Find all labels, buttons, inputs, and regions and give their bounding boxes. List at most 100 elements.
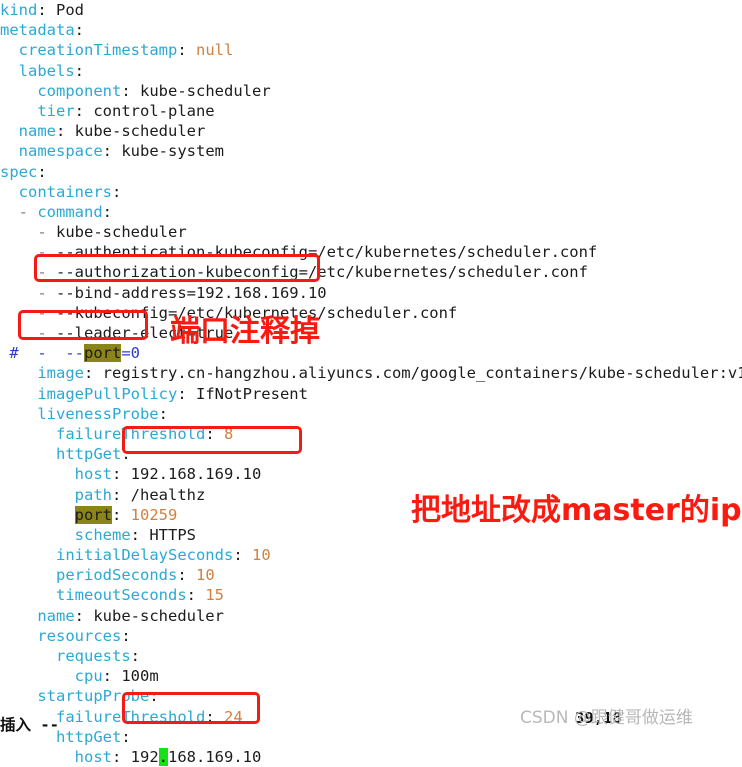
yaml-value: 168.169.10: [168, 747, 262, 766]
yaml-key: name: [18, 122, 56, 141]
editor-line[interactable]: httpGet:: [0, 444, 742, 464]
yaml-key: failureThreshold: [56, 424, 206, 443]
yaml-separator: :: [74, 101, 94, 120]
yaml-separator: :: [158, 404, 168, 423]
editor-line[interactable]: host: 192.168.169.10: [0, 464, 742, 484]
yaml-separator: :: [177, 384, 196, 403]
editor-line[interactable]: creationTimestamp: null: [0, 40, 742, 60]
editor-line[interactable]: - --authorization-kubeconfig=/etc/kubern…: [0, 262, 742, 282]
comment-token: =0: [121, 344, 140, 363]
yaml-separator: :: [233, 546, 252, 565]
yaml-separator: :: [102, 667, 122, 686]
command-arg: --bind-address=192.168.169.10: [56, 283, 327, 302]
yaml-value: 10: [196, 566, 215, 585]
editor-line[interactable]: - command:: [0, 202, 742, 222]
yaml-value: IfNotPresent: [195, 384, 308, 403]
yaml-separator: :: [74, 21, 84, 40]
yaml-key: resources: [37, 626, 122, 645]
yaml-value: kube-scheduler: [93, 606, 224, 625]
yaml-key: command: [37, 202, 103, 221]
yaml-value: 10: [251, 546, 271, 565]
yaml-key: cpu: [74, 667, 103, 686]
yaml-value: 192: [130, 747, 159, 766]
yaml-separator: :: [177, 566, 196, 585]
yaml-key: metadata: [0, 21, 75, 40]
yaml-key: timeoutSeconds: [56, 586, 187, 605]
yaml-value: kube-system: [121, 142, 224, 161]
text-cursor: .: [158, 747, 168, 766]
yaml-key: path: [74, 485, 112, 504]
yaml-separator: :: [102, 202, 113, 221]
yaml-separator: :: [84, 364, 103, 383]
yaml-key: initialDelaySeconds: [56, 546, 234, 565]
comment-token: # - --: [9, 344, 84, 363]
editor-line[interactable]: periodSeconds: 10: [0, 565, 742, 585]
editor-line[interactable]: failureThreshold: 8: [0, 424, 742, 444]
yaml-value: 15: [205, 586, 224, 605]
yaml-separator: :: [111, 465, 131, 484]
csdn-watermark: CSDN @跟健哥做运维: [520, 708, 693, 728]
editor-line[interactable]: containers:: [0, 182, 742, 202]
yaml-value: 100m: [121, 667, 159, 686]
yaml-value: control-plane: [93, 101, 215, 120]
code-editor-text-area[interactable]: kind: Pod metadata: creationTimestamp: nu…: [0, 0, 742, 766]
editor-line[interactable]: timeoutSeconds: 15: [0, 585, 742, 605]
yaml-separator: :: [111, 485, 131, 504]
editor-line[interactable]: namespace: kube-system: [0, 141, 742, 161]
command-arg: --authentication-kubeconfig=/etc/kuberne…: [56, 243, 598, 262]
editor-line[interactable]: resources:: [0, 626, 742, 646]
yaml-separator: :: [102, 142, 122, 161]
command-arg: kube-scheduler: [56, 223, 187, 242]
list-dash: -: [18, 202, 38, 221]
yaml-value: HTTPS: [149, 525, 196, 544]
yaml-key: scheme: [74, 525, 131, 544]
yaml-separator: :: [121, 626, 131, 645]
yaml-key: livenessProbe: [37, 404, 159, 423]
editor-line[interactable]: image: registry.cn-hangzhou.aliyuncs.com…: [0, 363, 742, 383]
editor-line[interactable]: name: kube-scheduler: [0, 121, 742, 141]
yaml-key: containers: [18, 182, 112, 201]
list-dash: -: [37, 303, 56, 322]
yaml-value: 10259: [130, 505, 178, 524]
yaml-key: creationTimestamp: [18, 41, 178, 60]
editor-line[interactable]: metadata:: [0, 20, 742, 40]
editor-line[interactable]: name: kube-scheduler: [0, 606, 742, 626]
yaml-separator: :: [121, 81, 140, 100]
yaml-key: startupProbe: [37, 687, 150, 706]
editor-line[interactable]: - --leader-elect=true: [0, 323, 742, 343]
editor-line[interactable]: - kube-scheduler: [0, 222, 742, 242]
yaml-key: host: [74, 465, 112, 484]
yaml-separator: :: [130, 647, 140, 665]
editor-line[interactable]: labels:: [0, 61, 742, 81]
editor-line[interactable]: spec:: [0, 162, 742, 182]
editor-line[interactable]: kind: Pod: [0, 0, 742, 20]
yaml-value: Pod: [56, 1, 84, 19]
editor-line[interactable]: cpu: 100m: [0, 666, 742, 686]
list-dash: -: [37, 223, 56, 242]
editor-line[interactable]: component: kube-scheduler: [0, 81, 742, 101]
yaml-key: labels: [18, 61, 75, 80]
editor-line[interactable]: # - --port=0: [0, 343, 742, 363]
yaml-key: tier: [37, 101, 75, 120]
yaml-value: kube-scheduler: [140, 81, 271, 100]
yaml-key: name: [37, 606, 75, 625]
yaml-separator: :: [111, 505, 131, 524]
editor-line[interactable]: host: 192.168.169.10: [0, 747, 742, 767]
editor-line[interactable]: - --kubeconfig=/etc/kubernetes/scheduler…: [0, 303, 742, 323]
editor-line[interactable]: - --bind-address=192.168.169.10: [0, 283, 742, 303]
list-dash: -: [37, 243, 56, 262]
yaml-separator: :: [205, 424, 224, 443]
annotation-note-comment-out-port: 端口注释掉: [170, 314, 320, 349]
yaml-key: periodSeconds: [56, 566, 178, 585]
yaml-key: image: [37, 364, 84, 383]
yaml-separator: :: [149, 687, 159, 706]
editor-line[interactable]: requests:: [0, 646, 742, 666]
editor-line[interactable]: initialDelaySeconds: 10: [0, 545, 742, 565]
yaml-value: null: [195, 41, 234, 60]
yaml-key: spec: [0, 162, 38, 181]
editor-line[interactable]: tier: control-plane: [0, 101, 742, 121]
editor-line[interactable]: - --authentication-kubeconfig=/etc/kuber…: [0, 242, 742, 262]
editor-line[interactable]: imagePullPolicy: IfNotPresent: [0, 384, 742, 404]
yaml-separator: :: [111, 747, 131, 766]
editor-line[interactable]: livenessProbe:: [0, 404, 742, 424]
